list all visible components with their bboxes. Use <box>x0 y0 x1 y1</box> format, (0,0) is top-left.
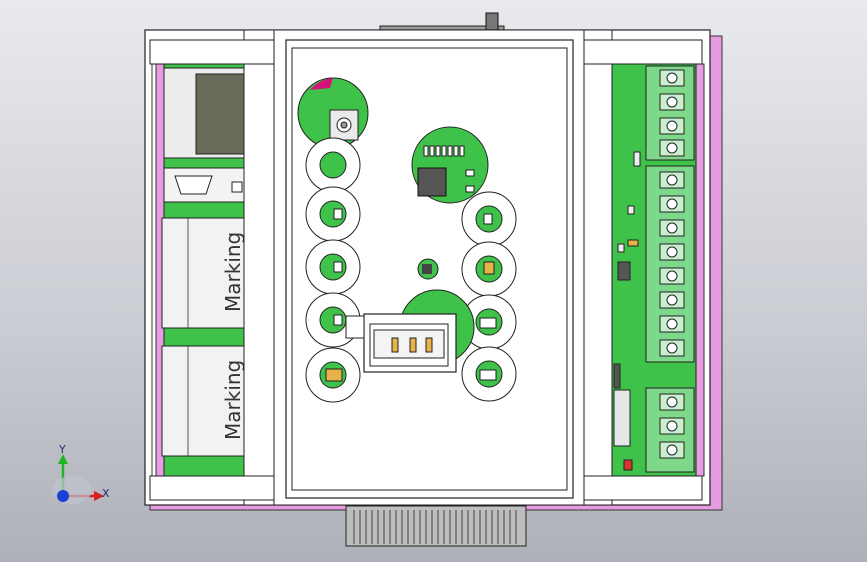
pink-strip-right <box>695 63 705 477</box>
cad-viewport[interactable]: Marking Marking Y X <box>0 0 867 562</box>
led-column-left <box>305 137 361 403</box>
usb-jack-slot <box>174 175 213 195</box>
rail-right-footer <box>583 475 703 501</box>
top-connector-tab <box>485 12 499 31</box>
axis-x-label: X <box>102 487 110 500</box>
rail-right-header <box>583 39 703 65</box>
rail-left <box>243 29 275 506</box>
marking-label-lower: Marking <box>221 360 245 440</box>
axis-y-label: Y <box>58 443 66 456</box>
rail-left-footer <box>149 475 275 501</box>
marking-label-upper: Marking <box>221 232 245 312</box>
bottom-connector <box>345 505 527 547</box>
cad-drawing: Marking Marking Y X <box>52 12 723 547</box>
ic-chip <box>417 167 447 197</box>
usb-jack-tab <box>231 181 243 193</box>
rail-left-header <box>149 39 275 65</box>
jack-top-shadow <box>195 73 245 155</box>
coordinate-triad: Y X <box>52 443 110 504</box>
rail-right <box>583 29 613 506</box>
